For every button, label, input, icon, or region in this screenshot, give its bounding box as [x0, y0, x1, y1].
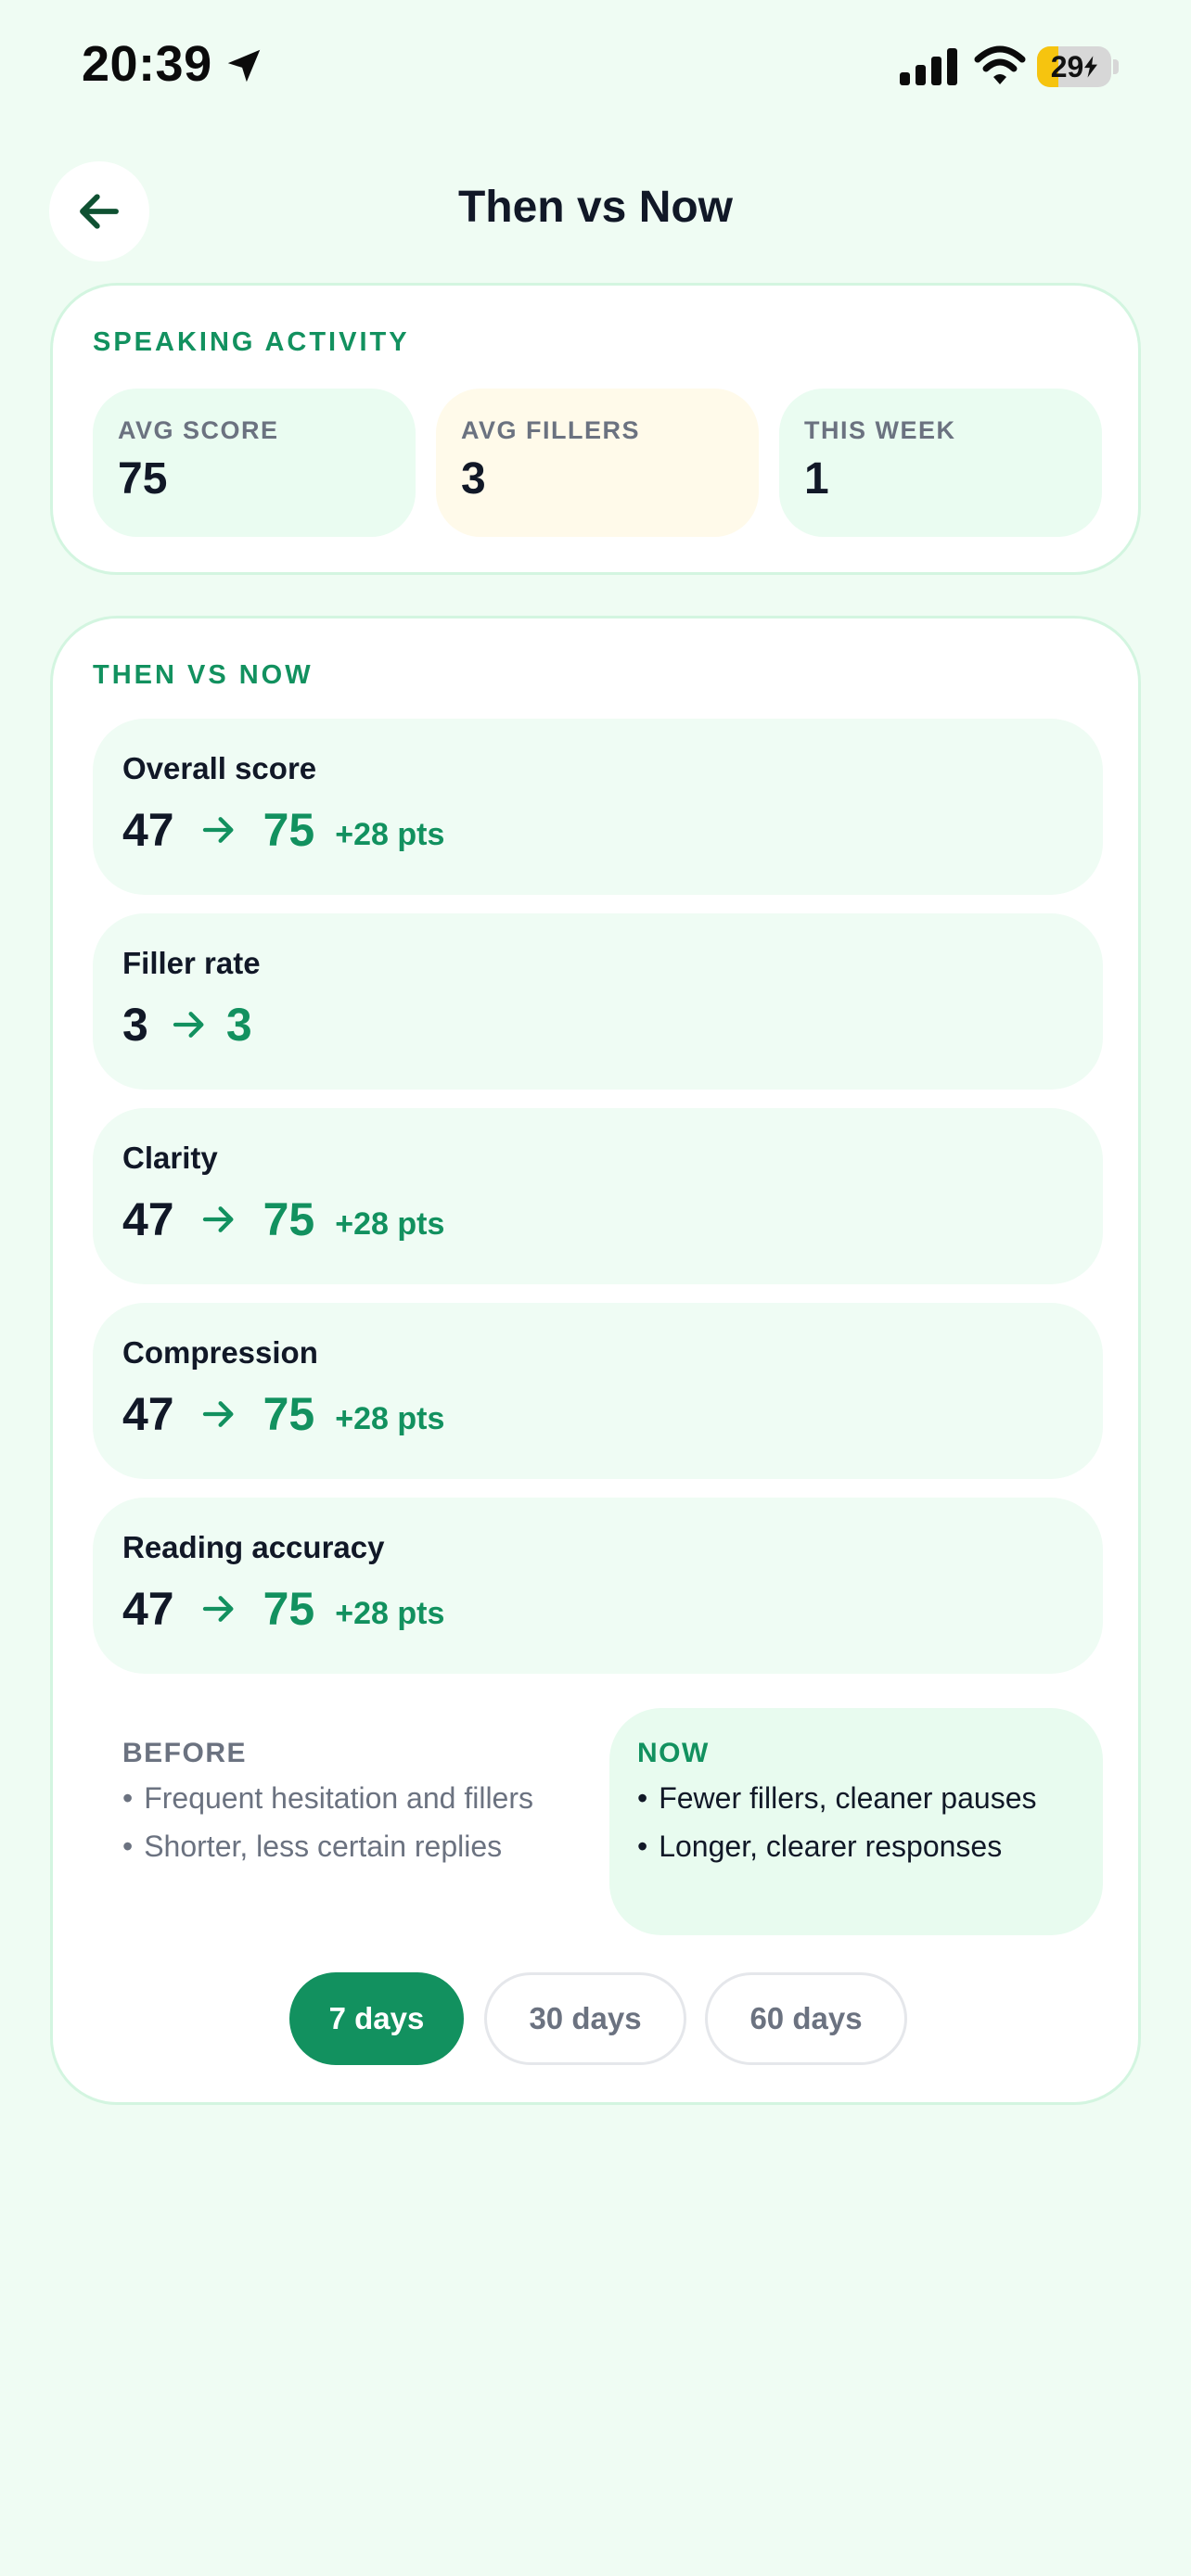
cellular-signal-icon	[900, 48, 957, 85]
metric-after: 75	[263, 1388, 315, 1440]
before-summary: BEFORE • Frequent hesitation and fillers …	[122, 1738, 558, 1866]
metric-label: Filler rate	[122, 946, 261, 980]
metric-delta: +28 pts	[335, 1595, 445, 1631]
metric-delta: +28 pts	[335, 816, 445, 852]
before-item: • Shorter, less certain replies	[122, 1830, 503, 1863]
now-item-text: Longer, clearer responses	[659, 1830, 1003, 1863]
stat-value: 1	[804, 454, 829, 504]
metric-delta: +28 pts	[335, 1205, 445, 1242]
status-time: 20:39	[82, 36, 212, 92]
wifi-icon	[974, 45, 1026, 84]
metric-after: 75	[263, 1583, 315, 1635]
section-title-compare: THEN VS NOW	[93, 660, 314, 690]
metric-label: Reading accuracy	[122, 1530, 385, 1564]
now-title: NOW	[637, 1738, 710, 1768]
battery-indicator: 29	[1037, 46, 1111, 87]
metric-after: 75	[263, 1193, 315, 1245]
stat-label: AVG FILLERS	[461, 416, 641, 444]
status-bar: 20:39 29	[0, 0, 1191, 139]
metric-label: Compression	[122, 1335, 318, 1370]
now-item-text: Fewer fillers, cleaner pauses	[659, 1781, 1037, 1815]
stat-label: THIS WEEK	[804, 416, 956, 444]
metric-reading-accuracy: Reading accuracy 47 75 +28 pts	[93, 1498, 1103, 1674]
metric-after: 75	[263, 804, 315, 856]
stat-this-week: THIS WEEK 1	[779, 389, 1102, 537]
page-title: Then vs Now	[457, 183, 734, 232]
metric-filler-rate: Filler rate 3 3	[93, 913, 1103, 1090]
metric-clarity: Clarity 47 75 +28 pts	[93, 1108, 1103, 1284]
range-selector: 7 days 30 days 60 days	[53, 1972, 1144, 2069]
now-item: • Longer, clearer responses	[637, 1830, 1003, 1863]
stat-label: AVG SCORE	[118, 416, 279, 444]
metric-after: 3	[225, 999, 252, 1051]
speaking-activity-card: SPEAKING ACTIVITY AVG SCORE 75 AVG FILLE…	[50, 283, 1141, 575]
metric-overall-score: Overall score 47 75 +28 pts	[93, 719, 1103, 895]
now-summary: NOW • Fewer fillers, cleaner pauses • Long…	[609, 1708, 1103, 1935]
then-vs-now-screen: 20:39 29 Then vs Now SPEAKING ACTIVITY A…	[0, 0, 1191, 2576]
metric-values: 47 75 +28 pts	[122, 1386, 444, 1442]
metric-before: 47	[122, 1583, 174, 1635]
arrow-right-icon	[202, 1596, 234, 1622]
arrow-right-icon	[202, 1401, 234, 1427]
section-title-activity: SPEAKING ACTIVITY	[93, 327, 410, 357]
now-item: • Fewer fillers, cleaner pauses	[637, 1781, 1037, 1815]
charging-bolt-icon	[1084, 56, 1098, 78]
arrow-right-icon	[173, 1012, 204, 1038]
arrow-right-icon	[202, 1206, 234, 1232]
before-item: • Frequent hesitation and fillers	[122, 1781, 533, 1815]
stat-value: 75	[118, 454, 168, 504]
metric-values: 47 75 +28 pts	[122, 802, 444, 858]
before-title: BEFORE	[122, 1738, 248, 1768]
stat-avg-score: AVG SCORE 75	[93, 389, 416, 537]
range-30-days-button[interactable]: 30 days	[484, 1972, 686, 2065]
metric-before: 47	[122, 804, 174, 856]
range-60-days-button[interactable]: 60 days	[705, 1972, 907, 2065]
metric-label: Clarity	[122, 1141, 218, 1175]
metric-before: 47	[122, 1193, 174, 1245]
metric-compression: Compression 47 75 +28 pts	[93, 1303, 1103, 1479]
before-item-text: Shorter, less certain replies	[144, 1830, 503, 1863]
location-arrow-icon	[227, 49, 261, 83]
arrow-right-icon	[202, 817, 234, 843]
range-7-days-button[interactable]: 7 days	[289, 1972, 464, 2065]
stat-avg-fillers: AVG FILLERS 3	[436, 389, 759, 537]
metric-delta: +28 pts	[335, 1400, 445, 1436]
metric-before: 47	[122, 1388, 174, 1440]
then-vs-now-card: THEN VS NOW Overall score 47 75 +28 pts …	[50, 616, 1141, 2105]
metric-values: 47 75 +28 pts	[122, 1581, 444, 1637]
metric-before: 3	[122, 999, 148, 1051]
metric-label: Overall score	[122, 751, 317, 785]
stat-value: 3	[461, 454, 486, 504]
battery-level: 29	[1050, 49, 1084, 83]
metric-values: 3 3	[122, 997, 273, 1052]
before-item-text: Frequent hesitation and fillers	[144, 1781, 533, 1815]
metric-values: 47 75 +28 pts	[122, 1192, 444, 1247]
battery-nub	[1113, 59, 1119, 74]
